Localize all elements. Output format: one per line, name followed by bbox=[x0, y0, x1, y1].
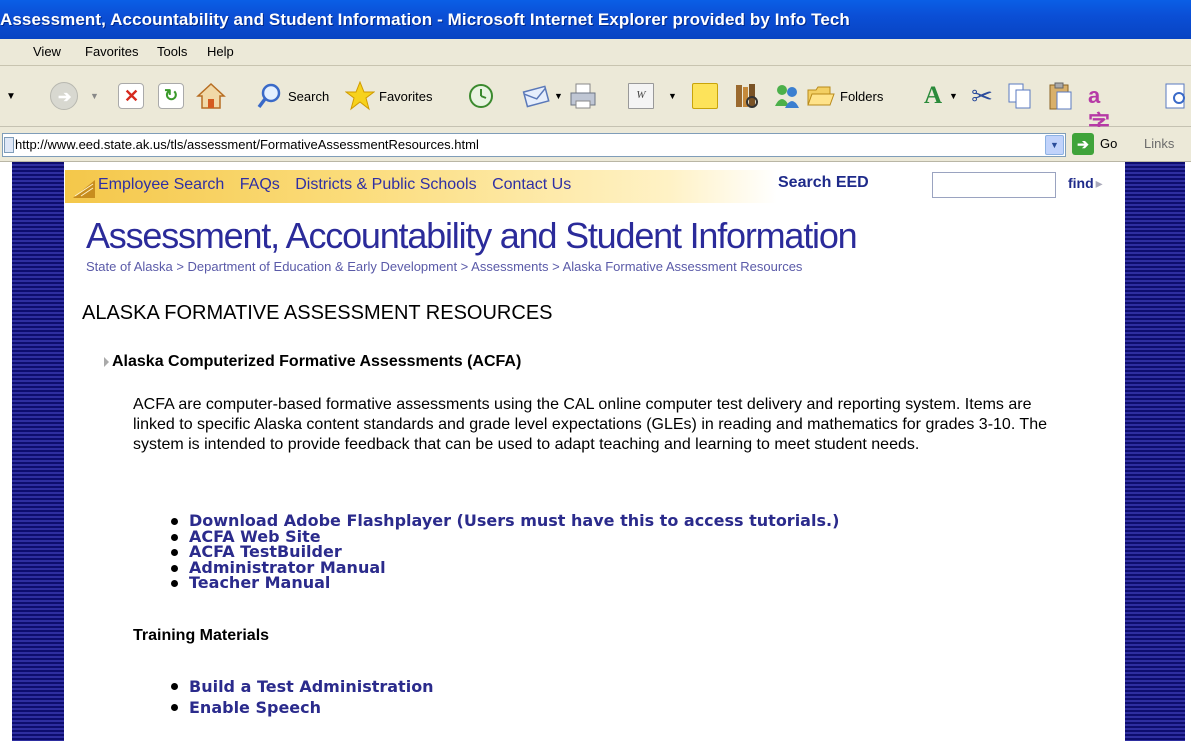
link-enable-speech[interactable]: Enable Speech bbox=[168, 697, 434, 718]
print-icon bbox=[568, 82, 598, 110]
nav-employee-search[interactable]: Employee Search bbox=[98, 176, 224, 193]
find-button[interactable]: find ▸ bbox=[1068, 175, 1103, 192]
translate-icon: a字 bbox=[1088, 83, 1111, 136]
arrow-right-icon: ▸ bbox=[1095, 175, 1103, 191]
refresh-button[interactable]: ↻ bbox=[158, 80, 184, 112]
link-teacher-manual[interactable]: Teacher Manual bbox=[168, 575, 839, 591]
menu-view[interactable]: View bbox=[33, 44, 61, 59]
research-icon bbox=[732, 82, 760, 110]
window-title: Assessment, Accountability and Student I… bbox=[0, 10, 850, 29]
font-size-icon: A bbox=[923, 82, 943, 109]
menu-favorites[interactable]: Favorites bbox=[85, 44, 138, 59]
search-eed-label: Search EED bbox=[778, 174, 869, 191]
nav-districts-schools[interactable]: Districts & Public Schools bbox=[295, 176, 476, 193]
links-button[interactable]: Links bbox=[1144, 136, 1174, 151]
folders-label: Folders bbox=[840, 88, 884, 104]
favorites-button[interactable]: Favorites bbox=[344, 80, 433, 112]
paste-button[interactable] bbox=[1046, 80, 1074, 112]
refresh-icon: ↻ bbox=[158, 83, 184, 109]
menu-help[interactable]: Help bbox=[207, 44, 234, 59]
menu-bar: View Favorites Tools Help bbox=[0, 39, 1191, 66]
site-nav-links: Employee Search FAQs Districts & Public … bbox=[98, 176, 582, 194]
section-heading: Alaska Computerized Formative Assessment… bbox=[104, 353, 521, 371]
stop-button[interactable]: ✕ bbox=[118, 80, 144, 112]
menu-tools[interactable]: Tools bbox=[157, 44, 187, 59]
site-search-field[interactable] bbox=[932, 172, 1056, 198]
print-button[interactable] bbox=[568, 80, 598, 112]
page-button[interactable] bbox=[1163, 80, 1191, 112]
training-heading: Training Materials bbox=[133, 627, 270, 644]
state-logo-icon bbox=[73, 180, 95, 198]
home-button[interactable] bbox=[196, 80, 226, 112]
paste-icon bbox=[1046, 81, 1074, 111]
cut-icon: ✂ bbox=[971, 81, 993, 111]
training-links-list: Build a Test Administration Enable Speec… bbox=[168, 676, 434, 718]
site-search-input[interactable] bbox=[933, 173, 1055, 195]
messenger-icon bbox=[772, 82, 802, 110]
search-button[interactable]: Search bbox=[256, 80, 329, 112]
page-content: Employee Search FAQs Districts & Public … bbox=[0, 162, 1191, 741]
nav-faqs[interactable]: FAQs bbox=[240, 176, 280, 193]
window-titlebar: Assessment, Accountability and Student I… bbox=[0, 0, 1191, 39]
history-button[interactable] bbox=[467, 80, 495, 112]
right-decorative-bar bbox=[1125, 162, 1185, 741]
page-icon bbox=[4, 137, 14, 153]
edit-word-icon: W bbox=[628, 83, 654, 109]
standard-toolbar: ▼ ➔ ▼ ✕ ↻ Search Favorites ▼ W ▼ Folders… bbox=[0, 66, 1191, 136]
address-bar: ▼ ➔ Go Links bbox=[0, 127, 1191, 162]
edit-button[interactable]: W ▼ bbox=[628, 80, 677, 112]
font-size-button[interactable]: A ▼ bbox=[918, 80, 958, 112]
acfa-description: ACFA are computer-based formative assess… bbox=[133, 396, 1047, 453]
page-title: ALASKA FORMATIVE ASSESSMENT RESOURCES bbox=[82, 302, 553, 324]
forward-button[interactable]: ➔ ▼ bbox=[50, 80, 99, 112]
forward-icon: ➔ bbox=[50, 82, 78, 110]
notes-button[interactable] bbox=[692, 80, 718, 112]
folders-icon bbox=[806, 82, 836, 110]
acfa-links-list: Download Adobe Flashplayer (Users must h… bbox=[168, 513, 839, 591]
link-build-test-administration[interactable]: Build a Test Administration bbox=[168, 676, 434, 697]
nav-contact-us[interactable]: Contact Us bbox=[492, 176, 571, 193]
page-icon bbox=[1163, 82, 1191, 110]
breadcrumb[interactable]: State of Alaska > Department of Educatio… bbox=[86, 259, 802, 274]
chevron-down-icon[interactable]: ▼ bbox=[1045, 135, 1064, 155]
copy-button[interactable] bbox=[1006, 80, 1034, 112]
go-button[interactable]: Go bbox=[1100, 136, 1117, 151]
research-button[interactable] bbox=[732, 80, 760, 112]
find-label: find bbox=[1068, 175, 1094, 191]
favorites-label: Favorites bbox=[379, 88, 433, 104]
site-title: Assessment, Accountability and Student I… bbox=[86, 215, 858, 256]
triangle-bullet-icon bbox=[104, 356, 109, 367]
history-icon bbox=[467, 82, 495, 110]
left-decorative-bar bbox=[12, 162, 64, 741]
translate-button[interactable]: a字 bbox=[1088, 80, 1118, 136]
search-icon bbox=[256, 82, 284, 110]
go-arrow-icon[interactable]: ➔ bbox=[1072, 133, 1094, 155]
cut-button[interactable]: ✂ bbox=[968, 80, 996, 112]
back-dropdown-arrow[interactable]: ▼ bbox=[6, 80, 16, 112]
favorites-star-icon bbox=[344, 80, 376, 111]
mail-icon bbox=[522, 82, 552, 110]
address-field[interactable]: ▼ bbox=[2, 133, 1066, 157]
section-heading-text: Alaska Computerized Formative Assessment… bbox=[112, 353, 522, 370]
copy-icon bbox=[1006, 82, 1034, 110]
folders-button[interactable]: Folders bbox=[806, 80, 883, 112]
page-edge bbox=[0, 162, 12, 741]
search-label: Search bbox=[288, 88, 330, 104]
address-input[interactable] bbox=[3, 134, 1035, 154]
messenger-button[interactable] bbox=[772, 80, 802, 112]
mail-button[interactable]: ▼ bbox=[522, 80, 563, 112]
stop-icon: ✕ bbox=[118, 83, 144, 109]
notes-icon bbox=[692, 83, 718, 109]
home-icon bbox=[196, 82, 226, 110]
